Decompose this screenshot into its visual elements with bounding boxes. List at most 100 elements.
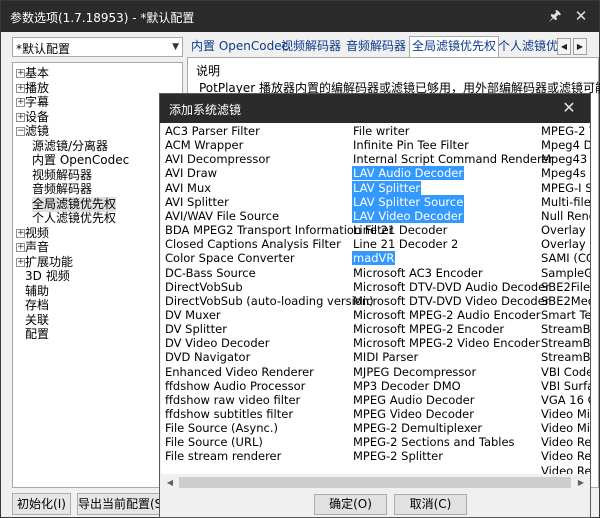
filter-list-item[interactable]: DV Splitter <box>164 322 228 336</box>
tree-item[interactable]: 个人滤镜优先权 <box>32 211 116 226</box>
profile-select[interactable]: *默认配置 ▼ <box>12 37 183 57</box>
tree-expander-icon[interactable]: + <box>16 257 25 267</box>
tab-scroll-left-icon[interactable]: ◀ <box>557 38 571 55</box>
filter-list-item[interactable]: AVI Mux <box>164 181 212 195</box>
filter-list-item[interactable]: File Source (URL) <box>164 435 264 449</box>
filter-list-item[interactable]: MIDI Parser <box>352 350 419 364</box>
tab-scroll-right-icon[interactable]: ▶ <box>573 38 587 55</box>
tree-item[interactable]: 声音 <box>25 240 49 255</box>
tree-expander-icon[interactable]: + <box>16 69 25 78</box>
horizontal-scrollbar[interactable]: ◀ ▶ <box>161 474 590 491</box>
filter-list-item[interactable]: MPEG-2 Splitter <box>352 449 444 463</box>
filter-list-item[interactable]: DirectVobSub (auto-loading version) <box>164 294 375 308</box>
filter-list-item[interactable]: StreamBuf <box>540 350 590 364</box>
filter-list-item[interactable]: Overlay M <box>540 237 590 251</box>
filter-list-item[interactable]: Microsoft DTV-DVD Audio Decoder <box>352 280 551 294</box>
filter-list-item[interactable]: DC-Bass Source <box>164 266 257 280</box>
init-button[interactable]: 初始化(I) <box>12 493 71 515</box>
filter-list-item[interactable]: ffdshow subtitles filter <box>164 407 294 421</box>
tree-expander-icon[interactable]: − <box>16 127 25 136</box>
filter-list-item[interactable]: AVI Splitter <box>164 195 230 209</box>
tree-item[interactable]: 3D 视频 <box>25 269 70 284</box>
tree-expander-icon[interactable]: + <box>16 112 25 122</box>
filter-list-item[interactable]: MPEG Video Decoder <box>352 407 475 421</box>
filter-list-item[interactable]: Closed Captions Analysis Filter <box>164 237 342 251</box>
filter-list-item[interactable]: Mpeg4 De <box>540 138 590 152</box>
tab[interactable]: 全局滤镜优先权 <box>409 36 500 58</box>
tree-item[interactable]: 音频解码器 <box>32 182 92 197</box>
tree-item[interactable]: 扩展功能 <box>25 255 73 270</box>
filter-list-item[interactable]: MPEG Audio Decoder <box>352 393 475 407</box>
filter-list-item[interactable]: StreamBuf <box>540 336 590 350</box>
filter-list-item[interactable]: Mpeg4s D <box>540 166 590 180</box>
filter-list-item[interactable]: LAV Video Decoder <box>352 208 464 223</box>
filter-list-item[interactable]: ffdshow raw video filter <box>164 393 301 407</box>
cancel-button[interactable]: 取消(C) <box>394 494 467 515</box>
filter-list-item[interactable]: MJPEG Decompressor <box>352 365 477 379</box>
filter-list-item[interactable]: Microsoft AC3 Encoder <box>352 266 484 280</box>
tree-item[interactable]: 播放 <box>25 81 49 96</box>
filter-list-item[interactable]: DirectVobSub <box>164 280 244 294</box>
filter-list-item[interactable]: Line 21 Decoder 2 <box>352 237 459 251</box>
tab[interactable]: 内置 OpenCodec <box>189 37 290 57</box>
filter-list-item[interactable]: MPEG-2 Sections and Tables <box>352 435 516 449</box>
tree-item[interactable]: 设备 <box>25 110 49 125</box>
filter-list-item[interactable]: madVR <box>352 251 396 266</box>
filter-list-item[interactable]: Video Mix <box>540 407 590 421</box>
export-config-button[interactable]: 导出当前配置(S) <box>77 493 161 515</box>
tab[interactable]: 音频解码器 <box>344 37 408 57</box>
filter-list-item[interactable]: Multi-file <box>540 195 590 209</box>
filter-list-item[interactable]: Microsoft MPEG-2 Audio Encoder <box>352 308 542 322</box>
tree-item[interactable]: 滤镜 <box>25 124 49 139</box>
filter-list-item[interactable]: LAV Splitter <box>352 180 422 195</box>
filter-list-item[interactable]: Internal Script Command Renderer <box>352 152 554 166</box>
tree-item[interactable]: 关联 <box>25 313 49 328</box>
filter-list-item[interactable]: Video Mix <box>540 421 590 435</box>
filter-list-item[interactable]: Microsoft MPEG-2 Video Encoder <box>352 336 541 350</box>
tree-item[interactable]: 视频 <box>25 226 49 241</box>
tree-expander-icon[interactable]: + <box>16 83 25 93</box>
filter-list-item[interactable]: VGA 16 C <box>540 393 590 407</box>
tree-item[interactable]: 字幕 <box>25 95 49 110</box>
filter-list-item[interactable]: Video Ren <box>540 449 590 463</box>
filter-list-item[interactable]: Infinite Pin Tee Filter <box>352 138 470 152</box>
filter-list-item[interactable]: MPEG-I St <box>540 181 590 195</box>
filter-list-item[interactable]: DV Muxer <box>164 308 222 322</box>
tree-item[interactable]: 全局滤镜优先权 <box>32 196 117 212</box>
filter-list-item[interactable]: Smart Tee <box>540 308 590 322</box>
filter-list-item[interactable]: MP3 Decoder DMO <box>352 379 462 393</box>
tree-expander-icon[interactable]: + <box>16 228 25 238</box>
filter-list-item[interactable]: SBE2Medi <box>540 294 590 308</box>
filter-list-item[interactable]: AVI Decompressor <box>164 152 271 166</box>
filter-list-item[interactable]: VBI Surfac <box>540 379 590 393</box>
tree-item[interactable]: 内置 OpenCodec <box>32 153 129 168</box>
filter-list-item[interactable]: AVI Draw <box>164 166 218 180</box>
title-bar[interactable]: 参数选项(1.7.18953) - *默认配置 🖈 ✕ <box>1 1 599 32</box>
close-icon[interactable]: ✕ <box>572 7 590 25</box>
filter-list-item[interactable]: File writer <box>352 124 411 138</box>
filter-list-item[interactable]: LAV Splitter Source <box>352 194 465 209</box>
filter-list-item[interactable]: Mpeg43 D <box>540 152 590 166</box>
filter-list-item[interactable]: DV Video Decoder <box>164 336 270 350</box>
filter-list[interactable]: AC3 Parser Filter ACM Wrapper AVI Decompre… <box>161 123 590 474</box>
filter-list-item[interactable]: LAV Audio Decoder <box>352 166 465 181</box>
filter-list-item[interactable]: Microsoft DTV-DVD Video Decoder <box>352 294 551 308</box>
pin-icon[interactable]: 🖈 <box>546 7 564 25</box>
scroll-left-icon[interactable]: ◀ <box>162 475 178 490</box>
filter-list-item[interactable]: SAMI (CC) <box>540 251 590 265</box>
filter-list-item[interactable]: MPEG-2 V <box>540 124 590 138</box>
filter-list-item[interactable]: MPEG-2 Demultiplexer <box>352 421 483 435</box>
scroll-right-icon[interactable]: ▶ <box>573 475 589 490</box>
tree-item[interactable]: 存档 <box>25 298 49 313</box>
filter-list-item[interactable]: DVD Navigator <box>164 350 251 364</box>
filter-list-item[interactable]: AVI/WAV File Source <box>164 209 280 223</box>
tree-item[interactable]: 配置 <box>25 327 49 342</box>
tree-item[interactable]: 基本 <box>25 66 49 81</box>
filter-list-item[interactable]: File Source (Async.) <box>164 421 279 435</box>
ok-button[interactable]: 确定(O) <box>314 494 387 515</box>
filter-list-item[interactable]: SampleGra <box>540 266 590 280</box>
dialog-close-icon[interactable]: ✕ <box>560 98 578 117</box>
filter-list-item[interactable]: SBE2FileS <box>540 280 590 294</box>
filter-list-item[interactable]: Microsoft MPEG-2 Encoder <box>352 322 505 336</box>
tree-expander-icon[interactable]: + <box>16 243 25 252</box>
